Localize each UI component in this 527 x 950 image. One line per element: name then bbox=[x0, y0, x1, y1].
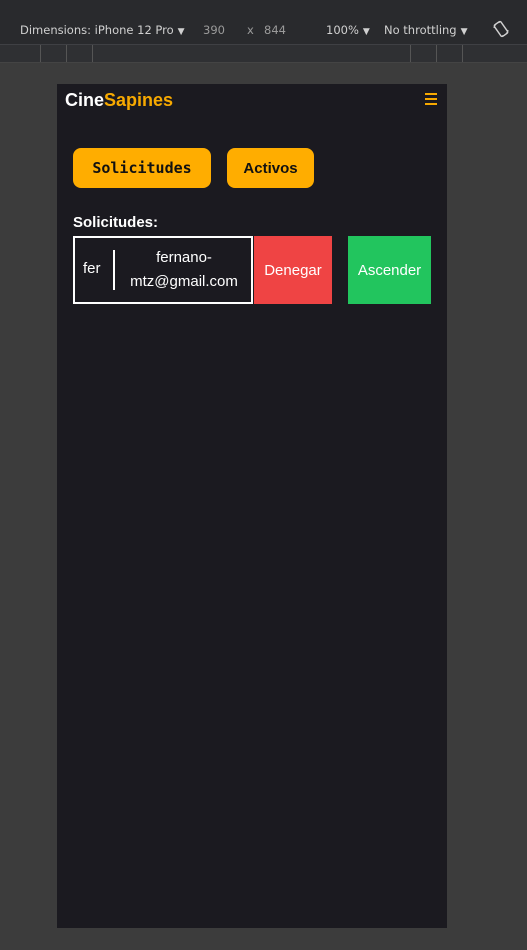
user-email: fernano-mtz@gmail.com bbox=[130, 249, 238, 290]
rotate-icon[interactable] bbox=[491, 19, 511, 42]
promote-button[interactable]: Ascender bbox=[348, 236, 431, 304]
width-input[interactable]: 390 bbox=[203, 23, 225, 37]
ruler-tick bbox=[436, 45, 437, 62]
deny-button[interactable]: Denegar bbox=[254, 236, 332, 304]
device-select[interactable]: Dimensions: iPhone 12 Pro ▼ bbox=[20, 23, 185, 37]
brand-part1: Cine bbox=[65, 90, 105, 110]
ruler-tick bbox=[410, 45, 411, 62]
device-label: Dimensions: iPhone 12 Pro bbox=[20, 23, 174, 37]
brand-logo[interactable]: CineSapines bbox=[65, 90, 173, 111]
ruler-tick bbox=[462, 45, 463, 62]
solicitudes-button[interactable]: Solicitudes bbox=[73, 148, 211, 188]
throttling-label: No throttling bbox=[384, 23, 457, 37]
devtools-device-toolbar: Dimensions: iPhone 12 Pro ▼ 390 x 844 100… bbox=[0, 0, 527, 45]
user-card: fer fernano-mtz@gmail.com bbox=[73, 236, 253, 304]
zoom-select[interactable]: 100% ▼ bbox=[326, 23, 370, 37]
ruler-tick bbox=[66, 45, 67, 62]
activos-button[interactable]: Activos bbox=[227, 148, 314, 188]
times-sign: x bbox=[247, 23, 254, 37]
ruler-tick bbox=[92, 45, 93, 62]
brand-part2: Sapines bbox=[104, 90, 174, 110]
caret-down-icon: ▼ bbox=[362, 27, 370, 37]
divider bbox=[113, 250, 115, 290]
height-input[interactable]: 844 bbox=[264, 23, 286, 37]
media-query-ruler bbox=[0, 45, 527, 63]
throttling-select[interactable]: No throttling ▼ bbox=[384, 23, 468, 37]
zoom-label: 100% bbox=[326, 23, 359, 37]
caret-down-icon: ▼ bbox=[177, 27, 185, 37]
section-title: Solicitudes: bbox=[73, 214, 159, 231]
user-name: fer bbox=[83, 260, 101, 277]
hamburger-menu-icon[interactable] bbox=[425, 93, 437, 105]
ruler-tick bbox=[40, 45, 41, 62]
device-viewport: CineSapines Solicitudes Activos Solicitu… bbox=[57, 84, 447, 928]
caret-down-icon: ▼ bbox=[460, 27, 468, 37]
